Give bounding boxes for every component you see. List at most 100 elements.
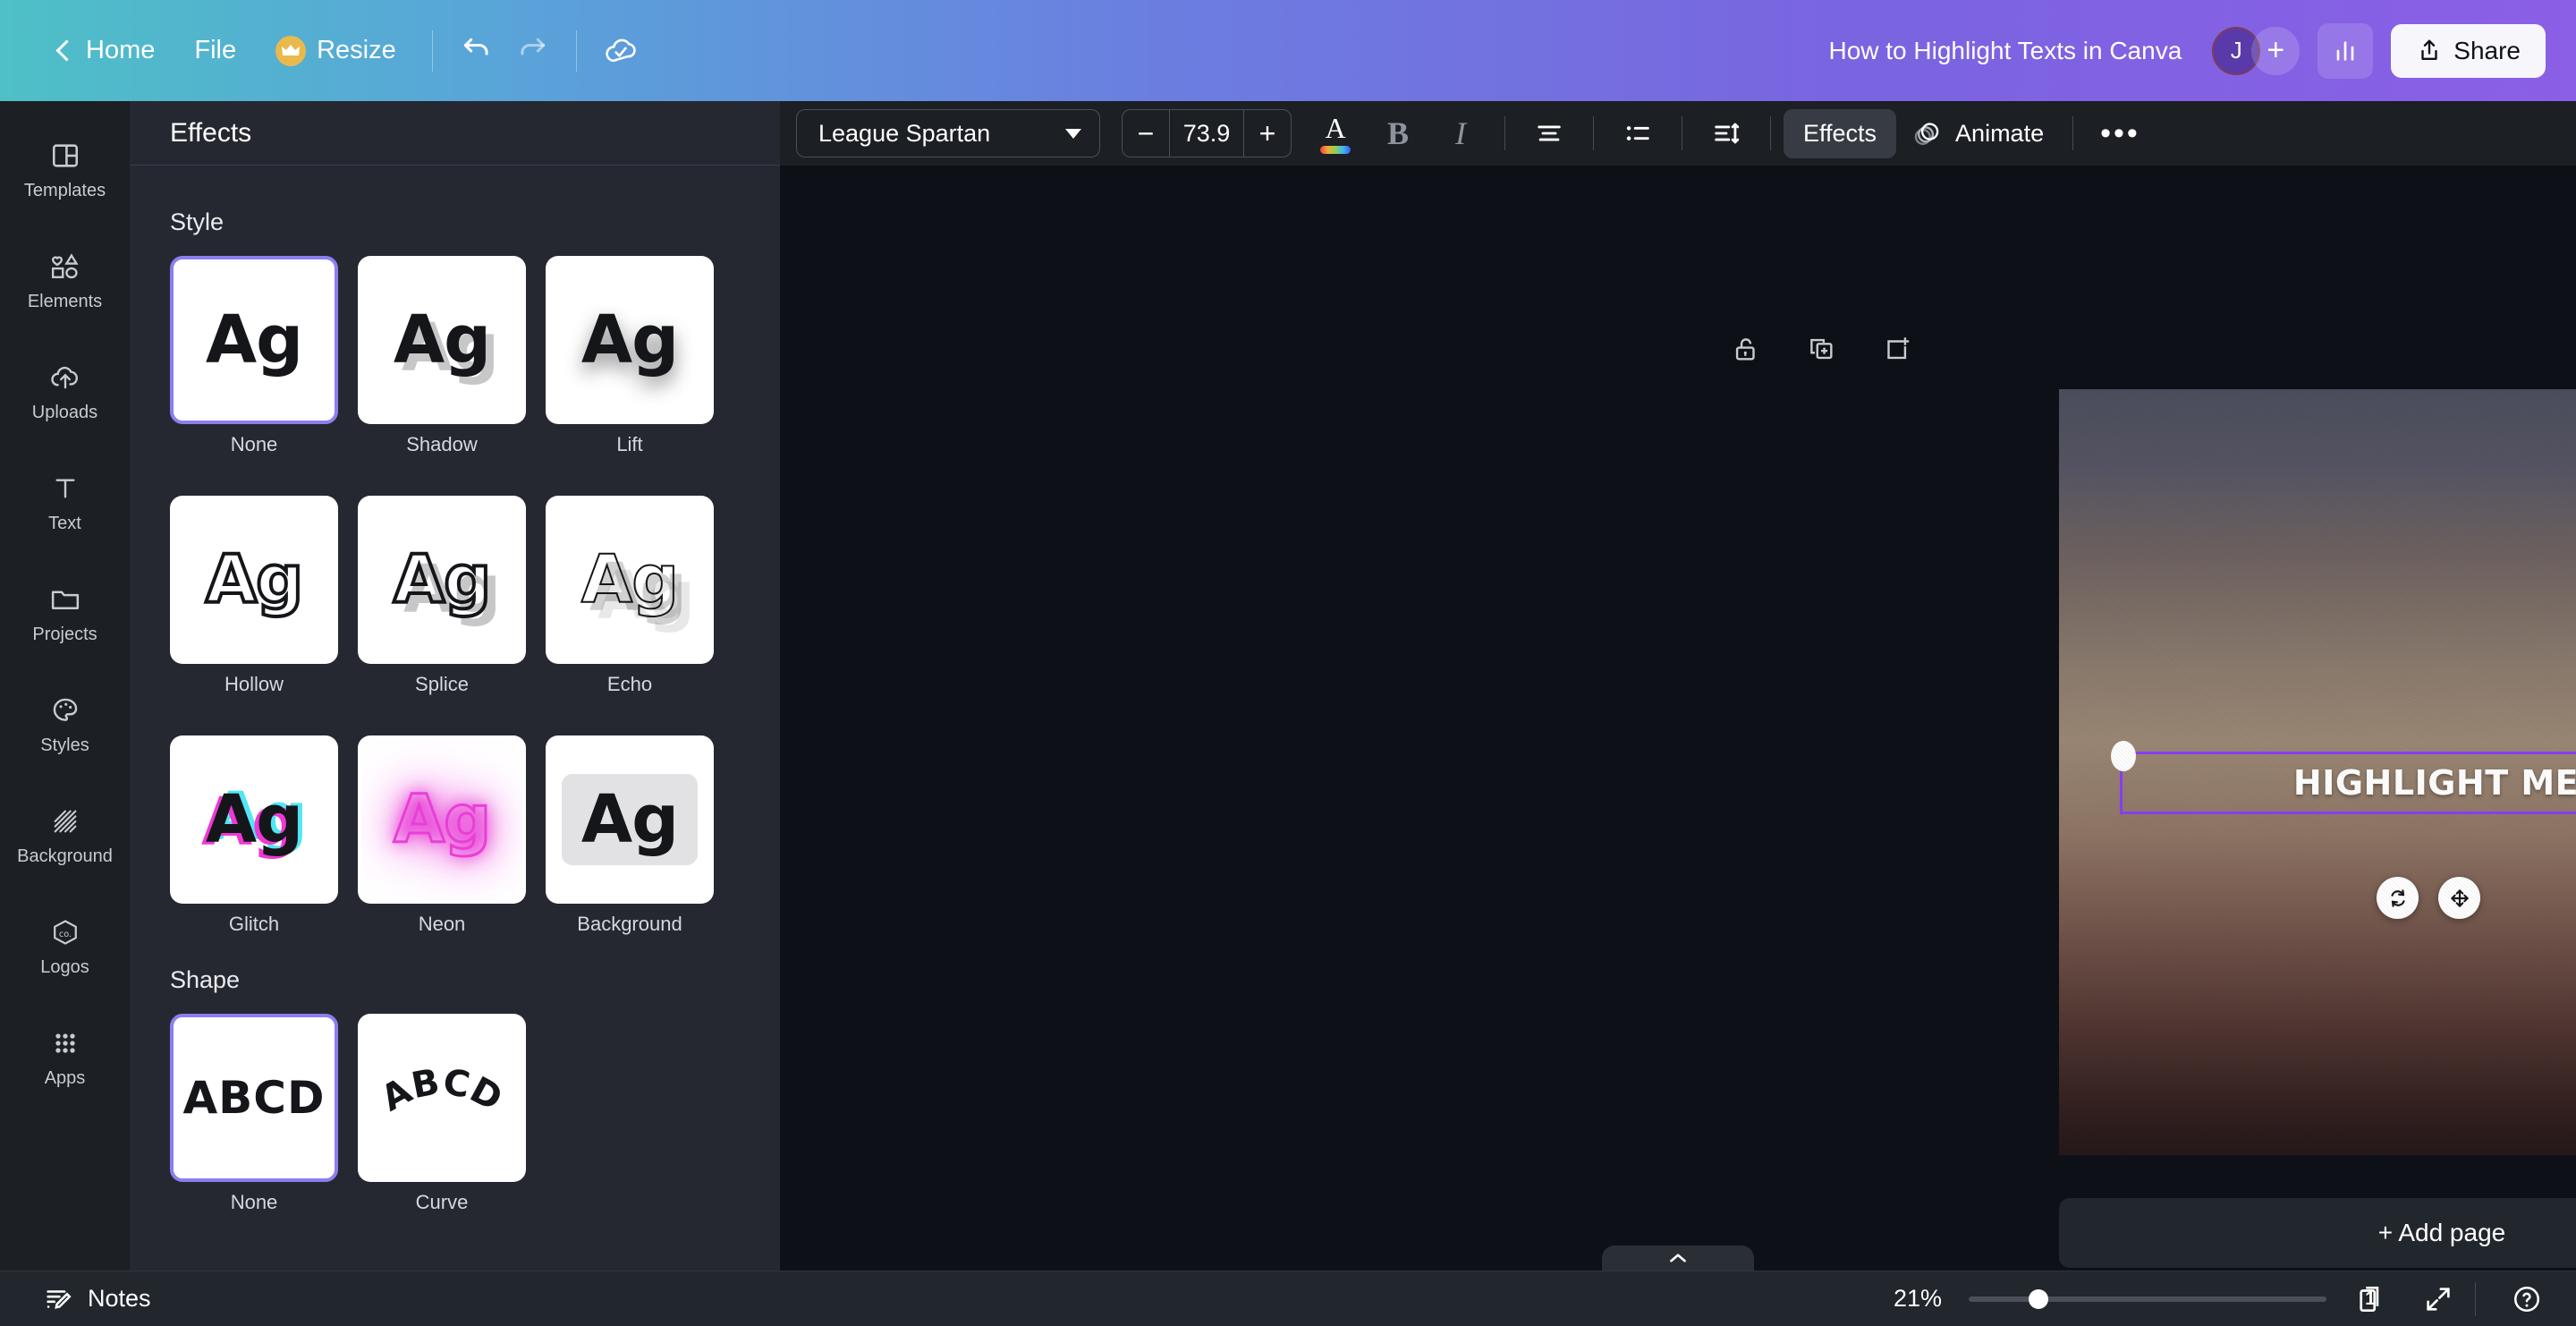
text-color-button[interactable]: A — [1308, 106, 1363, 161]
sidebar-label-elements: Elements — [27, 292, 103, 311]
style-thumb-lift[interactable]: Ag — [546, 256, 714, 424]
style-option-none[interactable]: Ag None — [170, 256, 338, 456]
redo-button[interactable] — [504, 23, 560, 79]
add-collaborator-button[interactable]: + — [2251, 26, 2301, 75]
style-option-echo[interactable]: Ag Echo — [546, 496, 714, 696]
style-thumb-hollow[interactable]: Ag — [170, 496, 338, 664]
add-page-button[interactable]: + Add page — [2059, 1198, 2576, 1268]
zoom-level: 21% — [1893, 1285, 1942, 1312]
shape-thumb-curve[interactable]: ABCD — [358, 1014, 526, 1182]
style-option-shadow[interactable]: Ag Shadow — [358, 256, 526, 456]
fullscreen-button[interactable] — [2414, 1275, 2462, 1323]
more-options-button[interactable]: ••• — [2086, 109, 2155, 158]
file-menu-button[interactable]: File — [174, 25, 256, 76]
italic-button[interactable]: I — [1433, 106, 1488, 161]
shape-section-title: Shape — [170, 966, 241, 993]
templates-icon — [47, 137, 84, 174]
style-thumb-background[interactable]: Ag — [546, 735, 714, 904]
move-icon[interactable] — [2438, 877, 2480, 919]
text-color-a-icon: A — [1320, 114, 1351, 154]
sidebar-item-styles[interactable]: Styles — [12, 679, 119, 764]
sidebar-item-text[interactable]: Text — [12, 457, 119, 542]
animate-circles-icon — [1912, 118, 1943, 149]
style-sample-background: Ag — [561, 774, 699, 865]
canvas-page[interactable]: HIGHLIGHT ME. — [2059, 389, 2576, 1155]
style-option-glitch[interactable]: Ag Glitch — [170, 735, 338, 936]
canvas-text[interactable]: HIGHLIGHT ME. — [2293, 763, 2576, 803]
unlock-icon[interactable] — [1726, 329, 1766, 369]
sidebar-item-projects[interactable]: Projects — [12, 568, 119, 653]
zoom-slider[interactable] — [1969, 1288, 2326, 1309]
home-button[interactable]: Home — [32, 25, 174, 76]
document-title[interactable]: How to Highlight Texts in Canva — [1828, 37, 2182, 65]
sidebar-label-uploads: Uploads — [31, 403, 98, 422]
effects-panel-body: Style Ag None Ag Shadow Ag Lift Ag Hollo… — [130, 166, 780, 1271]
resize-button[interactable]: Resize — [256, 25, 416, 77]
style-option-neon[interactable]: Ag Neon — [358, 735, 526, 936]
spacing-button[interactable] — [1699, 106, 1754, 161]
italic-label: I — [1455, 115, 1466, 151]
rotate-icon[interactable] — [2377, 877, 2419, 919]
bold-button[interactable]: B — [1370, 106, 1426, 161]
logos-hex-icon: co. — [47, 914, 84, 951]
file-label: File — [194, 36, 237, 64]
effects-button[interactable]: Effects — [1784, 108, 1897, 158]
toolbar-divider-6 — [1770, 116, 1771, 150]
style-thumb-shadow[interactable]: Ag — [358, 256, 526, 424]
font-size-decrease-button[interactable]: − — [1123, 110, 1169, 157]
shape-thumb-none[interactable]: ABCD — [170, 1014, 338, 1182]
font-size-input[interactable]: 73.9 — [1169, 110, 1244, 157]
animate-button[interactable]: Animate — [1896, 107, 2060, 159]
style-option-lift[interactable]: Ag Lift — [546, 256, 714, 456]
style-label-shadow: Shadow — [406, 433, 478, 455]
style-label-hollow: Hollow — [224, 673, 284, 695]
style-sample-hollow: Ag — [204, 541, 305, 618]
text-t-icon — [47, 470, 84, 507]
font-size-increase-button[interactable]: + — [1244, 110, 1291, 157]
style-option-background[interactable]: Ag Background — [546, 735, 714, 936]
sidebar-item-templates[interactable]: Templates — [12, 124, 119, 209]
page-manager-button[interactable]: 1 — [2346, 1275, 2394, 1323]
notes-button[interactable]: Notes — [30, 1279, 164, 1320]
uploads-cloud-icon — [47, 359, 84, 396]
align-button[interactable] — [1521, 106, 1577, 161]
share-button[interactable]: Share — [2391, 23, 2546, 78]
style-thumb-glitch[interactable]: Ag — [170, 735, 338, 904]
sidebar-item-uploads[interactable]: Uploads — [12, 346, 119, 431]
help-button[interactable] — [2503, 1275, 2551, 1323]
canvas-page-wrap: HIGHLIGHT ME. — [2059, 389, 2576, 1155]
add-page-icon[interactable] — [1877, 329, 1916, 369]
sidebar-item-apps[interactable]: Apps — [12, 1012, 119, 1097]
insights-button[interactable] — [2318, 22, 2374, 79]
text-element-selection[interactable]: HIGHLIGHT ME. — [2111, 741, 2576, 814]
collapse-notes-toggle[interactable] — [1602, 1245, 1754, 1271]
undo-button[interactable] — [449, 23, 504, 79]
style-option-hollow[interactable]: Ag Hollow — [170, 496, 338, 696]
shape-option-none[interactable]: ABCD None — [170, 1014, 338, 1214]
sidebar-item-elements[interactable]: Elements — [12, 235, 119, 320]
style-thumb-splice[interactable]: Ag — [358, 496, 526, 664]
toolbar-divider — [431, 30, 433, 72]
bulleted-list-icon — [1626, 126, 1649, 140]
cloud-check-icon[interactable] — [593, 23, 648, 79]
style-option-splice[interactable]: Ag Splice — [358, 496, 526, 696]
sidebar-item-logos[interactable]: co. Logos — [12, 901, 119, 986]
style-sample-glitch: Ag — [205, 781, 303, 858]
animate-label: Animate — [1955, 119, 2045, 147]
font-family-select[interactable]: League Spartan — [796, 109, 1100, 157]
style-thumb-neon[interactable]: Ag — [358, 735, 526, 904]
resize-label: Resize — [317, 36, 396, 64]
style-thumb-none[interactable]: Ag — [170, 256, 338, 424]
bottom-bar: Notes 21% 1 — [0, 1271, 2576, 1326]
zoom-slider-knob[interactable] — [2029, 1288, 2048, 1309]
duplicate-page-icon[interactable] — [1801, 329, 1841, 369]
style-thumb-echo[interactable]: Ag — [546, 496, 714, 664]
canvas-stage: HIGHLIGHT ME. + Add page — [780, 101, 2576, 1271]
expand-icon — [2427, 1287, 2450, 1311]
sidebar-item-background[interactable]: Background — [12, 790, 119, 875]
shape-option-curve[interactable]: ABCD Curve — [358, 1014, 526, 1214]
list-button[interactable] — [1610, 106, 1665, 161]
resize-handle-left[interactable] — [2111, 741, 2136, 771]
canvas-scroll-area: HIGHLIGHT ME. + Add page — [780, 101, 2576, 1271]
elements-icon — [47, 248, 84, 285]
